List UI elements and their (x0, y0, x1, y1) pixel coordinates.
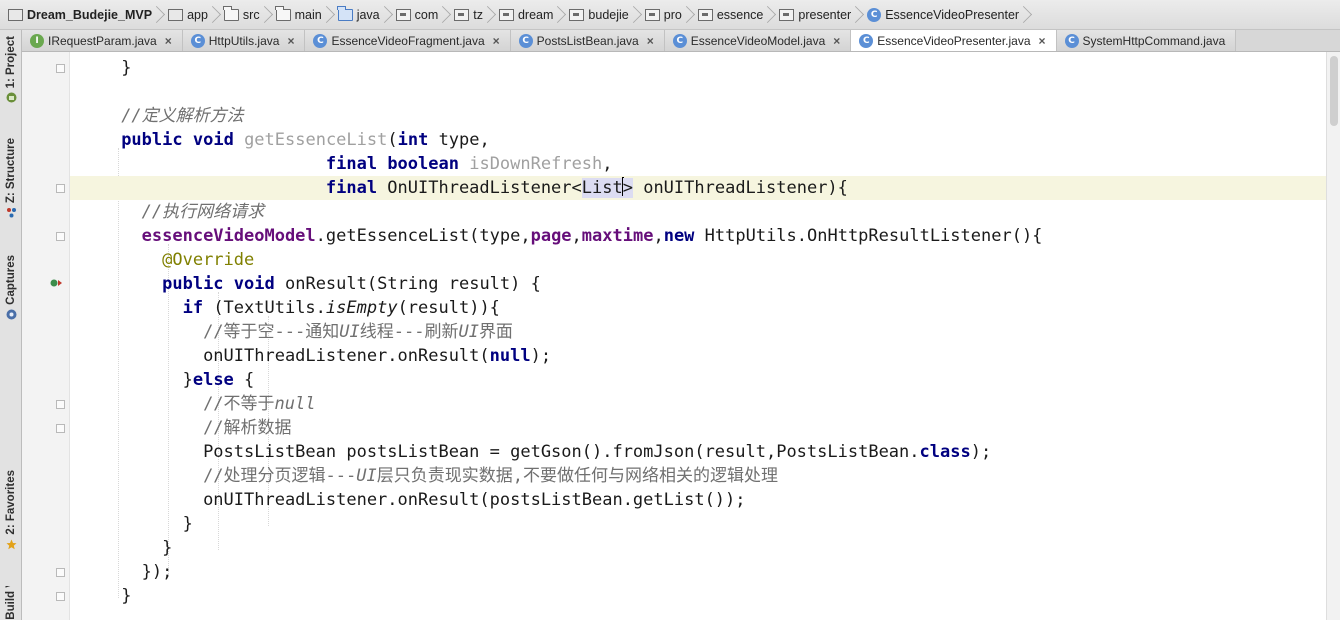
breadcrumb-item-com[interactable]: com (394, 4, 453, 26)
breadcrumb-item-budejie[interactable]: budejie (567, 4, 642, 26)
close-icon[interactable]: × (493, 34, 500, 48)
tool-window-structure[interactable]: Z: Structure (1, 138, 21, 218)
breadcrumb-item-app[interactable]: app (166, 4, 222, 26)
code-line-23: } (121, 586, 132, 606)
code-line-21: } (162, 538, 173, 558)
fold-marker[interactable] (56, 184, 65, 193)
camera-icon (6, 309, 16, 320)
breadcrumb-item-tz[interactable]: tz (452, 4, 497, 26)
breadcrumb-item-dream[interactable]: dream (497, 4, 567, 26)
code-line-9: @Override (162, 250, 255, 270)
android-icon (6, 92, 16, 103)
tool-window-captures[interactable]: Captures (1, 255, 21, 320)
class-icon: C (672, 34, 687, 48)
class-icon: C (190, 34, 205, 48)
fold-marker[interactable] (56, 400, 65, 409)
code-line-22: }); (141, 562, 173, 582)
breadcrumb-item-class[interactable]: C EssenceVideoPresenter (865, 4, 1033, 26)
override-method-icon[interactable] (50, 278, 62, 288)
package-icon (779, 8, 795, 21)
code-editor[interactable]: } //定义解析方法 public void getEssenceList(in… (70, 52, 1326, 620)
breadcrumb-item-java[interactable]: java (336, 4, 394, 26)
folder-icon (275, 5, 291, 21)
code-line-16: //解析数据 (203, 418, 292, 438)
tab-postslistbean[interactable]: C PostsListBean.java × (510, 30, 665, 51)
class-icon: C (867, 7, 882, 22)
tool-window-build-variants[interactable]: Build Variants (1, 586, 21, 620)
class-icon: C (859, 34, 874, 48)
code-line-17: PostsListBean postsListBean = getGson().… (203, 442, 992, 462)
source-folder-icon (337, 5, 353, 21)
tab-irequestparam[interactable]: I IRequestParam.java × (22, 30, 183, 51)
tool-window-project[interactable]: 1: Project (1, 36, 21, 103)
tab-essencevideopresenter[interactable]: C EssenceVideoPresenter.java × (851, 30, 1057, 51)
code-line-1: } (121, 58, 132, 78)
class-icon: C (518, 34, 533, 48)
package-icon (569, 8, 585, 21)
navigation-bar: Dream_Budejie_MVP app src main java com … (0, 0, 1340, 30)
editor-gutter (22, 52, 70, 620)
breadcrumb-item-pro[interactable]: pro (643, 4, 696, 26)
interface-icon: I (30, 34, 44, 48)
structure-icon (6, 208, 16, 218)
fold-marker[interactable] (56, 424, 65, 433)
editor-tab-bar: I IRequestParam.java × C HttpUtils.java × CE… (22, 30, 1340, 52)
class-icon: C (1064, 34, 1079, 48)
class-icon: C (313, 34, 328, 48)
code-line-15: //不等于null (203, 394, 316, 414)
folder-icon (223, 5, 239, 21)
tool-window-strip: 1: Project Z: Structure Captures 2: Favo… (0, 30, 22, 620)
breadcrumb-item-project[interactable]: Dream_Budejie_MVP (6, 4, 166, 26)
package-icon (697, 8, 713, 21)
package-icon (454, 8, 470, 21)
code-line-10: public void onResult(String result) { (162, 274, 541, 294)
code-line-7: //执行网络请求 (141, 202, 265, 222)
package-icon (644, 8, 660, 21)
code-line-19: onUIThreadListener.onResult(postsListBea… (203, 490, 746, 510)
code-line-14: }else { (182, 370, 255, 390)
breadcrumb-item-essence[interactable]: essence (696, 4, 778, 26)
tab-systemhttpcommand[interactable]: C SystemHttpCommand.java (1056, 30, 1237, 51)
code-line-13: onUIThreadListener.onResult(null); (203, 346, 552, 366)
star-icon (6, 539, 16, 549)
package-icon (395, 8, 411, 21)
code-line-20: } (182, 514, 193, 534)
tab-httputils[interactable]: C HttpUtils.java × (182, 30, 306, 51)
vertical-scrollbar[interactable] (1326, 52, 1340, 620)
close-icon[interactable]: × (287, 34, 294, 48)
tab-essencevideofragment[interactable]: C EssenceVideoFragment.java × (305, 30, 511, 51)
module-folder-icon (8, 8, 23, 21)
code-line-3: //定义解析方法 (121, 106, 244, 126)
fold-marker[interactable] (56, 592, 65, 601)
module-folder-icon (168, 8, 184, 21)
code-line-18: //处理分页逻辑---UI层只负责现实数据,不要做任何与网络相关的逻辑处理 (203, 466, 778, 486)
tool-window-favorites[interactable]: 2: Favorites (1, 470, 21, 550)
package-icon (498, 8, 514, 21)
fold-marker[interactable] (56, 568, 65, 577)
close-icon[interactable]: × (165, 34, 172, 48)
code-line-6-current: final OnUIThreadListener<List> onUIThrea… (70, 176, 1326, 200)
code-line-4: public void getEssenceList(int type, (121, 130, 490, 150)
code-line-5: final boolean isDownRefresh, (325, 154, 613, 174)
tab-essencevideomodel[interactable]: C EssenceVideoModel.java × (664, 30, 852, 51)
close-icon[interactable]: × (1039, 34, 1046, 48)
fold-marker[interactable] (56, 232, 65, 241)
scrollbar-thumb[interactable] (1330, 56, 1338, 126)
code-line-8: essenceVideoModel.getEssenceList(type,pa… (141, 226, 1043, 246)
close-icon[interactable]: × (833, 34, 840, 48)
code-line-12: //等于空---通知UI线程---刷新UI界面 (203, 322, 513, 342)
breadcrumb-item-main[interactable]: main (274, 4, 336, 26)
breadcrumb-item-presenter[interactable]: presenter (777, 4, 865, 26)
fold-marker[interactable] (56, 64, 65, 73)
close-icon[interactable]: × (647, 34, 654, 48)
code-line-11: if (TextUtils.isEmpty(result)){ (182, 298, 500, 318)
breadcrumb-item-src[interactable]: src (222, 4, 274, 26)
